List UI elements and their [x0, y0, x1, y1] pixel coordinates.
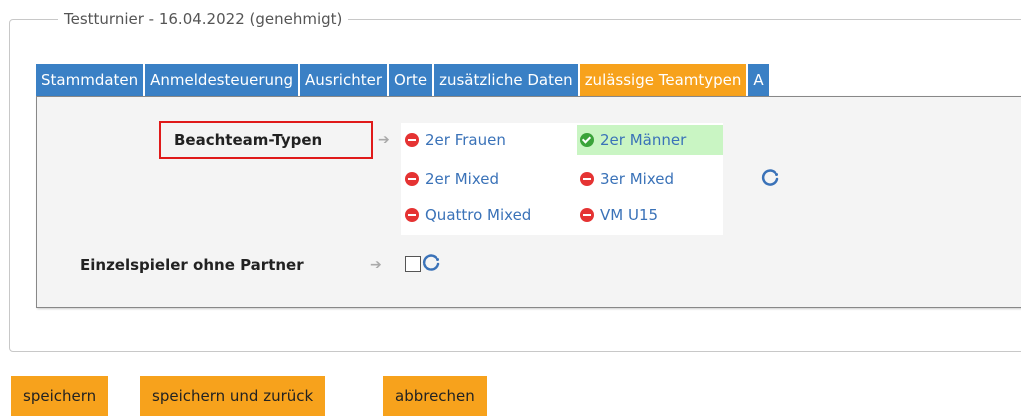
team-type-quattro-mixed[interactable]: Quattro Mixed: [402, 200, 535, 230]
einzelspieler-label: Einzelspieler ohne Partner: [80, 256, 304, 274]
arrow-right-icon: ➔: [378, 132, 390, 148]
arrow-right-icon: ➔: [370, 257, 382, 273]
team-type-label: Quattro Mixed: [425, 206, 532, 224]
save-and-back-button[interactable]: speichern und zurück: [140, 376, 326, 416]
team-type-2er-mixed[interactable]: 2er Mixed: [402, 164, 503, 194]
team-type-label: 2er Frauen: [425, 131, 506, 149]
refresh-icon[interactable]: [421, 252, 441, 272]
minus-circle-icon: [405, 133, 419, 147]
beachteam-types-label: Beachteam-Typen: [174, 131, 323, 149]
team-type-2er-maenner[interactable]: 2er Männer: [577, 125, 723, 155]
tab-anmeldesteuerung[interactable]: Anmeldesteuerung: [145, 64, 299, 96]
tab-more[interactable]: A: [748, 64, 769, 96]
tab-zusaetzliche-daten[interactable]: zusätzliche Daten: [434, 64, 578, 96]
check-circle-icon: [580, 133, 594, 147]
minus-circle-icon: [405, 172, 419, 186]
team-type-vm-u15[interactable]: VM U15: [577, 200, 662, 230]
tab-zulaessige-teamtypen[interactable]: zulässige Teamtypen: [579, 64, 747, 96]
team-type-3er-mixed[interactable]: 3er Mixed: [577, 164, 678, 194]
tab-bar: Stammdaten Anmeldesteuerung Ausrichter O…: [36, 64, 771, 96]
einzelspieler-checkbox[interactable]: [405, 256, 421, 272]
team-type-label: 3er Mixed: [600, 170, 674, 188]
team-type-label: 2er Männer: [600, 131, 687, 149]
tab-stammdaten[interactable]: Stammdaten: [36, 64, 144, 96]
team-type-label: 2er Mixed: [425, 170, 499, 188]
fieldset-legend: Testturnier - 16.04.2022 (genehmigt): [58, 8, 349, 30]
minus-circle-icon: [580, 172, 594, 186]
team-type-label: VM U15: [600, 206, 659, 224]
tab-orte[interactable]: Orte: [389, 64, 433, 96]
save-button[interactable]: speichern: [11, 376, 109, 416]
minus-circle-icon: [580, 208, 594, 222]
minus-circle-icon: [405, 208, 419, 222]
tab-ausrichter[interactable]: Ausrichter: [300, 64, 387, 96]
team-type-2er-frauen[interactable]: 2er Frauen: [402, 125, 510, 155]
cancel-button[interactable]: abbrechen: [383, 376, 487, 416]
refresh-icon[interactable]: [760, 167, 780, 187]
